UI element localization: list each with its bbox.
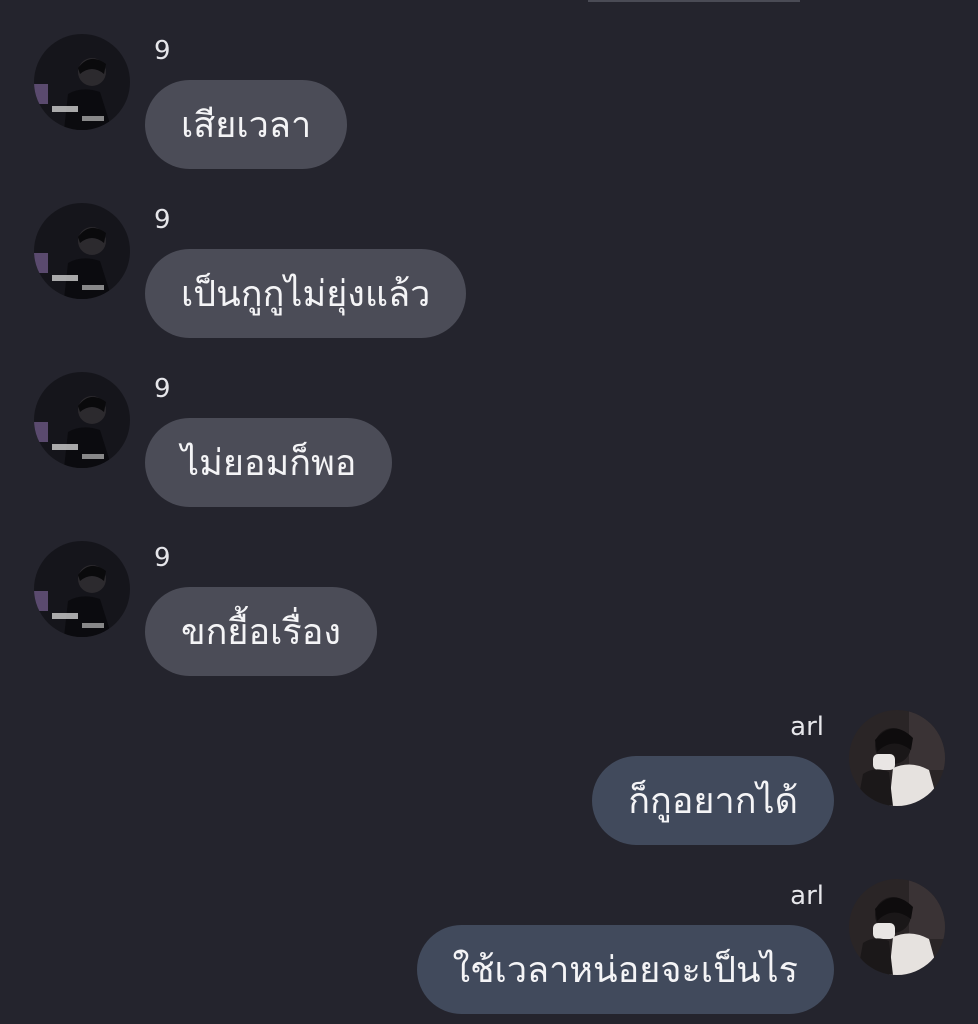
message-bubble[interactable]: ไม่ยอมก็พอ (145, 418, 393, 507)
sender-name: arl (790, 881, 824, 911)
sender-name: 9 (154, 36, 171, 66)
message-bubble[interactable]: เสียเวลา (145, 80, 348, 169)
sender-name: 9 (154, 374, 171, 404)
avatar[interactable] (849, 879, 945, 975)
sender-name: 9 (154, 205, 171, 235)
avatar[interactable] (34, 372, 130, 468)
avatar[interactable] (849, 710, 945, 806)
message-bubble[interactable]: ขกยื้อเรื่อง (145, 587, 377, 676)
sender-name: arl (790, 712, 824, 742)
avatar[interactable] (34, 203, 130, 299)
message-bubble[interactable]: ก็กูอยากได้ (592, 756, 834, 845)
avatar[interactable] (34, 541, 130, 637)
chat-view: 9 เสียเวลา 9 เป็นกูกูไม่ยุ่งแล้ว 9 ไม่ยอ… (0, 0, 978, 1024)
avatar[interactable] (34, 34, 130, 130)
message-row: 9 เป็นกูกูไม่ยุ่งแล้ว (0, 203, 978, 363)
message-row: arl ใช้เวลาหน่อยจะเป็นไร (0, 879, 978, 1024)
message-row: arl ก็กูอยากได้ (0, 710, 978, 870)
message-bubble[interactable]: ใช้เวลาหน่อยจะเป็นไร (416, 925, 834, 1014)
message-bubble[interactable]: เป็นกูกูไม่ยุ่งแล้ว (145, 249, 467, 338)
message-row: 9 ขกยื้อเรื่อง (0, 541, 978, 701)
message-row: 9 ไม่ยอมก็พอ (0, 372, 978, 532)
top-divider (588, 0, 800, 2)
message-row: 9 เสียเวลา (0, 34, 978, 194)
sender-name: 9 (154, 543, 171, 573)
